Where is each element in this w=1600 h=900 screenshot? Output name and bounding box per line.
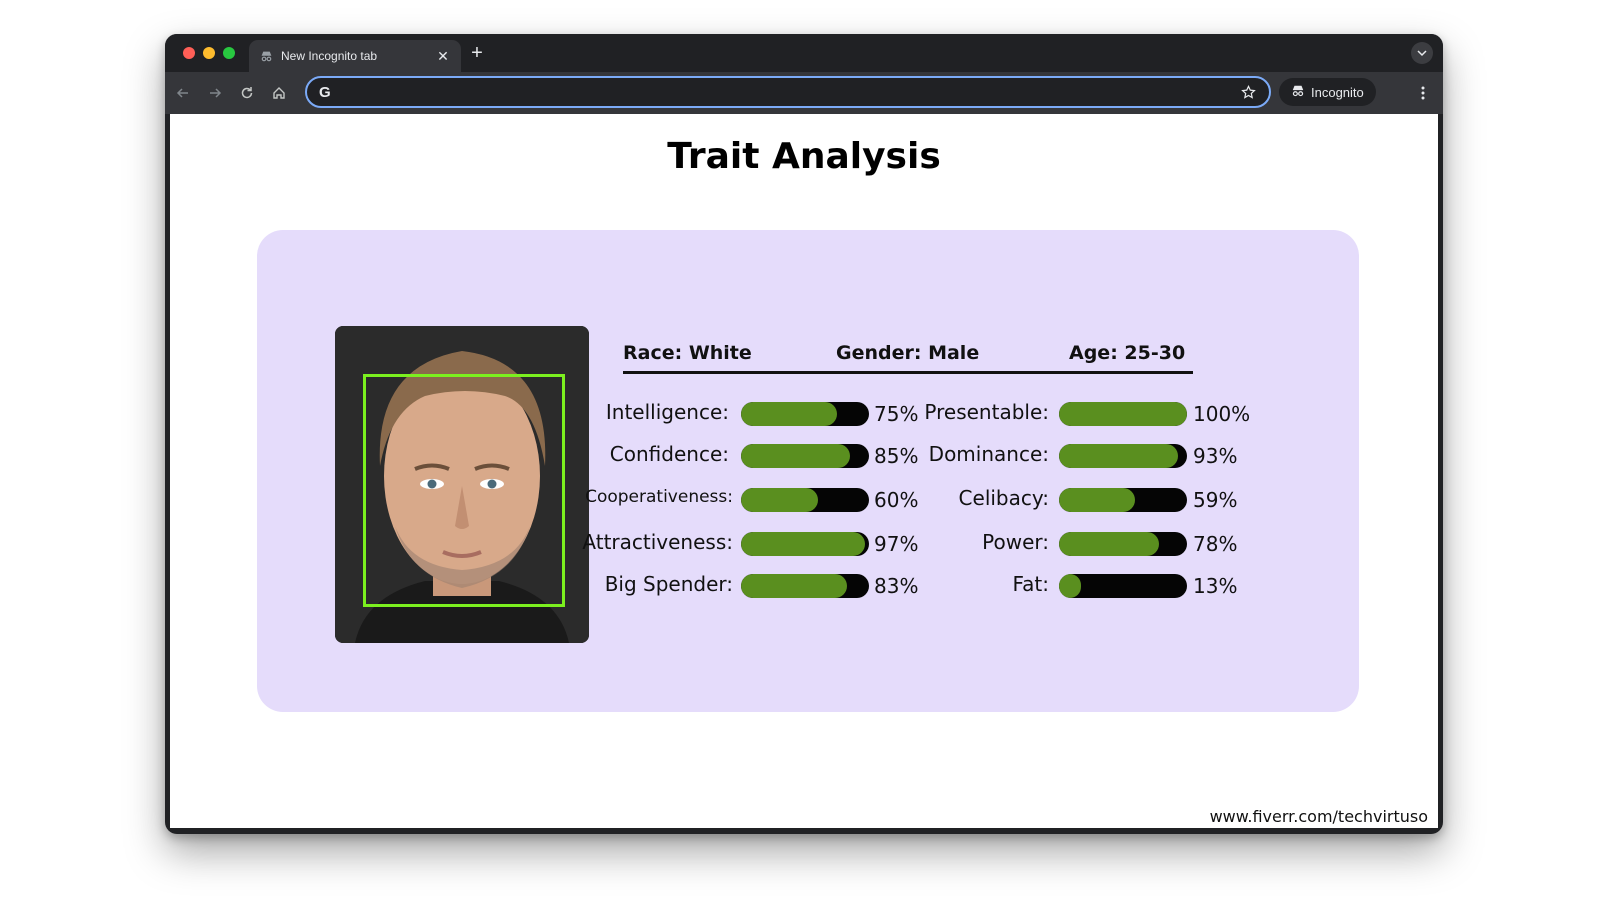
tab-new-incognito[interactable]: New Incognito tab ✕ [249,40,461,72]
address-bar[interactable]: G [305,76,1271,108]
browser-toolbar: G Incognito [165,72,1443,114]
trait-bar [1059,532,1187,556]
trait-bar-fill [741,488,818,512]
trait-label: Attractiveness: [582,530,733,554]
fiverr-link[interactable]: www.fiverr.com/techvirtuso [1210,807,1428,826]
face-detection-box [363,374,565,607]
trait-bar-fill [1059,402,1187,426]
race-label: Race: White [623,342,752,364]
trait-percent: 75% [874,402,919,426]
trait-percent: 93% [1193,444,1238,468]
trait-bar-fill [1059,532,1159,556]
trait-bar [741,488,869,512]
trait-label: Dominance: [928,442,1049,466]
browser-menu-button[interactable] [1413,83,1433,103]
trait-label: Power: [982,530,1049,554]
browser-window: New Incognito tab ✕ + G Incognito Trait … [165,34,1443,834]
trait-label: Confidence: [609,442,729,466]
page-viewport: Trait Analysis Race: White Gender: Male … [170,114,1438,828]
trait-bar [741,402,869,426]
reload-icon [241,87,253,99]
tab-title: New Incognito tab [281,49,378,63]
page-title: Trait Analysis [667,136,941,177]
trait-bar-fill [741,574,848,598]
minimize-window-button[interactable] [203,47,215,59]
trait-percent: 100% [1193,402,1251,426]
trait-bar-fill [1059,488,1135,512]
home-icon [273,87,285,99]
trait-label: Intelligence: [605,400,729,424]
new-tab-button[interactable]: + [467,43,487,63]
tab-strip: New Incognito tab ✕ + [165,34,1443,72]
trait-label: Cooperativeness: [585,487,733,507]
forward-arrow-icon [210,88,222,98]
trait-label: Fat: [1012,572,1049,596]
trait-percent: 59% [1193,488,1238,512]
trait-bar [741,574,869,598]
close-window-button[interactable] [183,47,195,59]
forward-button[interactable] [205,83,225,103]
trait-bar [1059,444,1187,468]
chevron-down-icon [1417,50,1427,57]
trait-bar-fill [1059,444,1179,468]
trait-label: Celibacy: [958,486,1049,510]
trait-percent: 97% [874,532,919,556]
trait-label: Big Spender: [604,572,733,596]
bookmark-star-icon[interactable] [1239,83,1257,101]
trait-percent: 60% [874,488,919,512]
trait-percent: 78% [1193,532,1238,556]
face-photo [335,326,589,643]
trait-bar-fill [741,532,866,556]
window-controls [183,47,235,59]
reload-button[interactable] [237,83,257,103]
incognito-icon [259,49,273,63]
google-g-icon: G [319,83,331,101]
close-tab-icon[interactable]: ✕ [435,48,451,65]
trait-bar-fill [741,402,837,426]
trait-bar [741,444,869,468]
incognito-label: Incognito [1311,84,1364,100]
trait-bar [1059,488,1187,512]
home-button[interactable] [269,83,289,103]
back-arrow-icon [176,88,188,98]
more-vert-icon [1421,86,1425,100]
back-button[interactable] [173,83,193,103]
trait-bar-fill [1059,574,1081,598]
trait-bar [741,532,869,556]
trait-bar-fill [741,444,850,468]
demographics-row: Race: White Gender: Male Age: 25-30 [623,342,1193,374]
trait-label: Presentable: [924,400,1049,424]
incognito-indicator[interactable]: Incognito [1279,78,1376,106]
trait-percent: 83% [874,574,919,598]
trait-bar [1059,574,1187,598]
analysis-panel: Race: White Gender: Male Age: 25-30 Inte… [257,230,1359,712]
age-label: Age: 25-30 [1069,342,1186,364]
maximize-window-button[interactable] [223,47,235,59]
incognito-icon [1291,84,1305,101]
trait-percent: 13% [1193,574,1238,598]
tab-search-button[interactable] [1411,42,1433,64]
gender-label: Gender: Male [836,342,980,364]
trait-percent: 85% [874,444,919,468]
address-input[interactable] [335,84,1239,100]
trait-bar [1059,402,1187,426]
